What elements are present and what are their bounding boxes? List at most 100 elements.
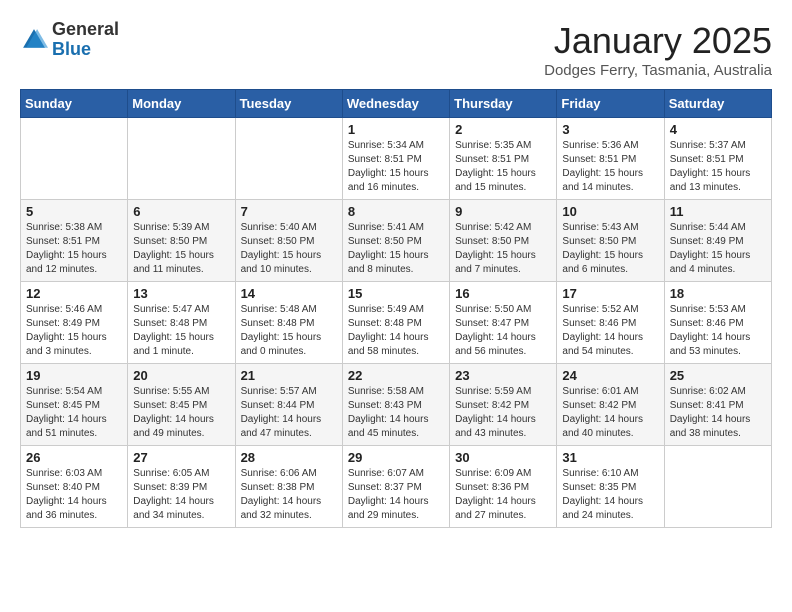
calendar-cell: 31Sunrise: 6:10 AM Sunset: 8:35 PM Dayli… — [557, 446, 664, 528]
calendar-cell: 22 Sunrise: 5:58 AM Sunset: 8:43 PM Dayli… — [342, 364, 449, 446]
calendar-cell — [21, 118, 128, 200]
day-number: 20 — [133, 368, 229, 383]
month-title: January 2025 — [544, 20, 772, 62]
calendar-cell: 29Sunrise: 6:07 AM Sunset: 8:37 PM Dayli… — [342, 446, 449, 528]
cell-info: Sunrise: 5:57 AM Sunset: 8:44 PM Dayligh… — [241, 385, 337, 441]
day-number: 31 — [562, 450, 658, 465]
cell-info: Sunrise: 6:03 AM Sunset: 8:40 PM Dayligh… — [26, 467, 122, 523]
day-number: 27 — [133, 450, 229, 465]
cell-info: Sunrise: 5:48 AM Sunset: 8:48 PM Dayligh… — [241, 303, 337, 359]
day-number: 13 — [133, 286, 229, 301]
day-number: 26 — [26, 450, 122, 465]
calendar-cell: 8 Sunrise: 5:41 AM Sunset: 8:50 PM Daylig… — [342, 200, 449, 282]
day-number: 18 — [670, 286, 766, 301]
day-number: 24 — [562, 368, 658, 383]
cell-info: Sunrise: 5:59 AM Sunset: 8:42 PM Dayligh… — [455, 385, 551, 441]
calendar-cell: 4Sunrise: 5:37 AM Sunset: 8:51 PM Daylig… — [664, 118, 771, 200]
day-number: 1 — [348, 122, 444, 137]
calendar-cell: 5 Sunrise: 5:38 AM Sunset: 8:51 PM Daylig… — [21, 200, 128, 282]
day-number: 4 — [670, 122, 766, 137]
cell-info: Sunrise: 6:02 AM Sunset: 8:41 PM Dayligh… — [670, 385, 766, 441]
cell-info: Sunrise: 5:40 AM Sunset: 8:50 PM Dayligh… — [241, 221, 337, 277]
cell-info: Sunrise: 5:34 AM Sunset: 8:51 PM Dayligh… — [348, 139, 444, 195]
day-number: 7 — [241, 204, 337, 219]
calendar-cell: 11 Sunrise: 5:44 AM Sunset: 8:49 PM Dayli… — [664, 200, 771, 282]
calendar-cell: 25 Sunrise: 6:02 AM Sunset: 8:41 PM Dayli… — [664, 364, 771, 446]
day-header-saturday: Saturday — [664, 90, 771, 118]
cell-info: Sunrise: 6:05 AM Sunset: 8:39 PM Dayligh… — [133, 467, 229, 523]
logo: General Blue — [20, 20, 119, 60]
day-number: 17 — [562, 286, 658, 301]
cell-info: Sunrise: 5:41 AM Sunset: 8:50 PM Dayligh… — [348, 221, 444, 277]
calendar-cell: 3Sunrise: 5:36 AM Sunset: 8:51 PM Daylig… — [557, 118, 664, 200]
calendar-cell: 26 Sunrise: 6:03 AM Sunset: 8:40 PM Dayli… — [21, 446, 128, 528]
day-number: 23 — [455, 368, 551, 383]
day-number: 12 — [26, 286, 122, 301]
logo-blue-text: Blue — [52, 40, 119, 60]
day-number: 11 — [670, 204, 766, 219]
calendar-cell: 12Sunrise: 5:46 AM Sunset: 8:49 PM Dayli… — [21, 282, 128, 364]
cell-info: Sunrise: 5:58 AM Sunset: 8:43 PM Dayligh… — [348, 385, 444, 441]
location-text: Dodges Ferry, Tasmania, Australia — [544, 62, 772, 79]
day-number: 9 — [455, 204, 551, 219]
calendar-cell — [664, 446, 771, 528]
calendar-week-5: 26 Sunrise: 6:03 AM Sunset: 8:40 PM Dayli… — [21, 446, 772, 528]
day-number: 16 — [455, 286, 551, 301]
calendar-cell: 10 Sunrise: 5:43 AM Sunset: 8:50 PM Dayli… — [557, 200, 664, 282]
day-header-wednesday: Wednesday — [342, 90, 449, 118]
calendar-cell: 14 Sunrise: 5:48 AM Sunset: 8:48 PM Dayli… — [235, 282, 342, 364]
cell-info: Sunrise: 5:53 AM Sunset: 8:46 PM Dayligh… — [670, 303, 766, 359]
calendar-cell: 1 Sunrise: 5:34 AM Sunset: 8:51 PM Daylig… — [342, 118, 449, 200]
calendar-cell: 17 Sunrise: 5:52 AM Sunset: 8:46 PM Dayli… — [557, 282, 664, 364]
cell-info: Sunrise: 5:35 AM Sunset: 8:51 PM Dayligh… — [455, 139, 551, 195]
logo-general-text: General — [52, 20, 119, 40]
calendar-cell: 18 Sunrise: 5:53 AM Sunset: 8:46 PM Dayli… — [664, 282, 771, 364]
calendar-cell: 21 Sunrise: 5:57 AM Sunset: 8:44 PM Dayli… — [235, 364, 342, 446]
cell-info: Sunrise: 5:50 AM Sunset: 8:47 PM Dayligh… — [455, 303, 551, 359]
calendar-cell: 23 Sunrise: 5:59 AM Sunset: 8:42 PM Dayli… — [450, 364, 557, 446]
day-number: 10 — [562, 204, 658, 219]
day-number: 5 — [26, 204, 122, 219]
calendar-cell: 16 Sunrise: 5:50 AM Sunset: 8:47 PM Dayli… — [450, 282, 557, 364]
day-number: 25 — [670, 368, 766, 383]
day-header-thursday: Thursday — [450, 90, 557, 118]
calendar-week-2: 5 Sunrise: 5:38 AM Sunset: 8:51 PM Daylig… — [21, 200, 772, 282]
cell-info: Sunrise: 5:52 AM Sunset: 8:46 PM Dayligh… — [562, 303, 658, 359]
cell-info: Sunrise: 5:42 AM Sunset: 8:50 PM Dayligh… — [455, 221, 551, 277]
day-number: 21 — [241, 368, 337, 383]
calendar-cell: 7 Sunrise: 5:40 AM Sunset: 8:50 PM Daylig… — [235, 200, 342, 282]
day-header-tuesday: Tuesday — [235, 90, 342, 118]
day-number: 2 — [455, 122, 551, 137]
day-number: 8 — [348, 204, 444, 219]
cell-info: Sunrise: 5:44 AM Sunset: 8:49 PM Dayligh… — [670, 221, 766, 277]
calendar-cell: 28 Sunrise: 6:06 AM Sunset: 8:38 PM Dayli… — [235, 446, 342, 528]
cell-info: Sunrise: 5:55 AM Sunset: 8:45 PM Dayligh… — [133, 385, 229, 441]
cell-info: Sunrise: 5:36 AM Sunset: 8:51 PM Dayligh… — [562, 139, 658, 195]
day-header-sunday: Sunday — [21, 90, 128, 118]
calendar-cell: 27 Sunrise: 6:05 AM Sunset: 8:39 PM Dayli… — [128, 446, 235, 528]
calendar-cell — [128, 118, 235, 200]
cell-info: Sunrise: 6:06 AM Sunset: 8:38 PM Dayligh… — [241, 467, 337, 523]
cell-info: Sunrise: 5:47 AM Sunset: 8:48 PM Dayligh… — [133, 303, 229, 359]
logo-icon — [20, 26, 48, 54]
day-number: 15 — [348, 286, 444, 301]
calendar-cell: 15 Sunrise: 5:49 AM Sunset: 8:48 PM Dayli… — [342, 282, 449, 364]
day-header-friday: Friday — [557, 90, 664, 118]
calendar-cell: 20 Sunrise: 5:55 AM Sunset: 8:45 PM Dayli… — [128, 364, 235, 446]
calendar-cell: 19Sunrise: 5:54 AM Sunset: 8:45 PM Dayli… — [21, 364, 128, 446]
calendar-week-3: 12Sunrise: 5:46 AM Sunset: 8:49 PM Dayli… — [21, 282, 772, 364]
calendar-week-4: 19Sunrise: 5:54 AM Sunset: 8:45 PM Dayli… — [21, 364, 772, 446]
calendar-cell: 6Sunrise: 5:39 AM Sunset: 8:50 PM Daylig… — [128, 200, 235, 282]
cell-info: Sunrise: 6:01 AM Sunset: 8:42 PM Dayligh… — [562, 385, 658, 441]
day-number: 19 — [26, 368, 122, 383]
calendar-table: SundayMondayTuesdayWednesdayThursdayFrid… — [20, 89, 772, 528]
cell-info: Sunrise: 5:38 AM Sunset: 8:51 PM Dayligh… — [26, 221, 122, 277]
cell-info: Sunrise: 5:49 AM Sunset: 8:48 PM Dayligh… — [348, 303, 444, 359]
cell-info: Sunrise: 6:09 AM Sunset: 8:36 PM Dayligh… — [455, 467, 551, 523]
day-number: 22 — [348, 368, 444, 383]
day-number: 28 — [241, 450, 337, 465]
day-number: 14 — [241, 286, 337, 301]
cell-info: Sunrise: 5:43 AM Sunset: 8:50 PM Dayligh… — [562, 221, 658, 277]
calendar-header-row: SundayMondayTuesdayWednesdayThursdayFrid… — [21, 90, 772, 118]
cell-info: Sunrise: 6:07 AM Sunset: 8:37 PM Dayligh… — [348, 467, 444, 523]
